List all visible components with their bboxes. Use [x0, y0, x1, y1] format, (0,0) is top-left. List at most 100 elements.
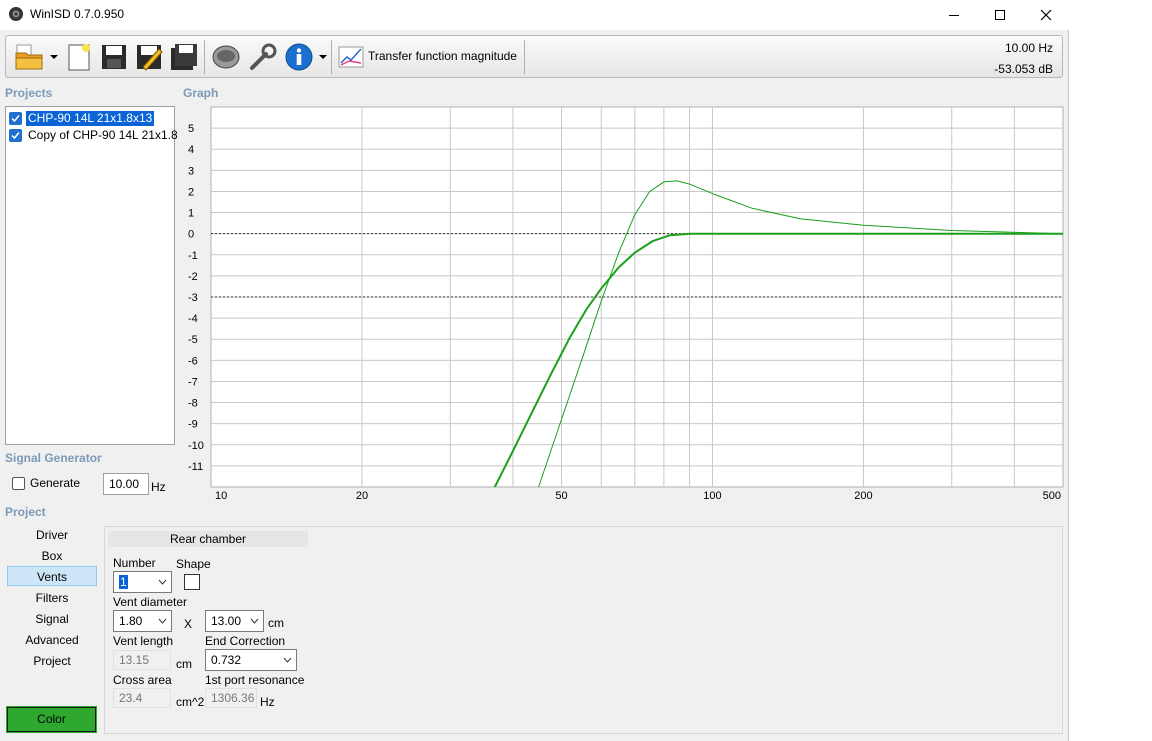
y-tick-label: -7 [188, 376, 198, 388]
vent-diameter-value: 1.80 [119, 614, 143, 628]
nav-box[interactable]: Box [7, 546, 97, 566]
title-bar: WinISD 0.7.0.950 [0, 0, 1069, 30]
minimize-button[interactable] [931, 0, 977, 30]
nav-driver[interactable]: Driver [7, 525, 97, 545]
driver-button[interactable] [209, 40, 243, 74]
project-name: CHP-90 14L 21x1.8x13 [26, 110, 155, 126]
open-dropdown-icon[interactable] [50, 54, 58, 60]
save-as-button[interactable] [132, 40, 166, 74]
graph-type-label[interactable]: Transfer function magnitude [368, 49, 517, 63]
generate-checkbox[interactable] [12, 476, 25, 490]
info-button[interactable] [282, 40, 316, 74]
save-disk-icon [102, 45, 126, 69]
end-correction-label: End Correction [205, 634, 286, 648]
app-window: WinISD 0.7.0.950 Transfer function magni… [0, 0, 1069, 741]
chevron-down-icon [283, 657, 292, 663]
maximize-button[interactable] [977, 0, 1023, 30]
y-tick-label: -3 [188, 292, 198, 304]
y-tick-label: 0 [188, 229, 194, 241]
nav-filters[interactable]: Filters [7, 588, 97, 608]
info-icon [285, 43, 313, 71]
signal-generator-label: Signal Generator [5, 451, 102, 465]
generate-toggle[interactable]: Generate [12, 476, 80, 490]
nav-project[interactable]: Project [7, 651, 97, 671]
open-folder-icon [15, 44, 43, 70]
end-correction-value: 0.732 [211, 653, 242, 667]
vent-length-label: Vent length [113, 634, 174, 648]
close-button[interactable] [1023, 0, 1069, 30]
project-checkbox[interactable] [9, 128, 22, 142]
tools-button[interactable] [246, 40, 280, 74]
length-unit: cm [176, 657, 192, 671]
y-tick-label: -11 [188, 461, 203, 473]
color-button[interactable]: Color [6, 706, 97, 733]
chevron-down-icon [158, 618, 167, 624]
checkmark-icon [11, 114, 20, 122]
graph-type-button[interactable] [334, 40, 368, 74]
generate-label: Generate [30, 476, 81, 490]
x-tick-label: 50 [555, 490, 567, 502]
project-item[interactable]: CHP-90 14L 21x1.8x13 [9, 110, 155, 126]
save-all-icon [171, 44, 197, 70]
toolbar-separator [331, 40, 332, 74]
end-correction-select[interactable]: 0.732 [205, 649, 297, 671]
nav-advanced[interactable]: Advanced [7, 630, 97, 650]
cross-area-value: 23.4 [113, 688, 171, 708]
y-tick-label: -8 [188, 398, 198, 410]
toolbar-separator [204, 40, 205, 74]
vent-height-select[interactable]: 13.00 [205, 610, 264, 632]
transfer-function-graph[interactable]: 543210-1-2-3-4-5-6-7-8-9-10-1110 20 50 100 2… [180, 100, 1066, 505]
chevron-down-icon [250, 618, 259, 624]
chart-graph-icon [338, 46, 364, 68]
projects-list: CHP-90 14L 21x1.8x13 Copy of CHP-90 14L … [5, 106, 178, 445]
diameter-unit: cm [268, 616, 284, 630]
y-tick-label: 4 [188, 144, 194, 156]
frequency-readout: 10.00 Hz [1004, 41, 1053, 55]
y-tick-label: -5 [188, 334, 198, 346]
projects-label: Projects [5, 86, 53, 100]
port-resonance-value: 1306.36 [205, 688, 257, 708]
shape-label: Shape [176, 557, 211, 571]
save-edit-icon [137, 45, 163, 71]
project-section-label: Project [5, 505, 46, 519]
wrench-icon [250, 43, 277, 70]
y-tick-label: -9 [188, 419, 198, 431]
nav-signal[interactable]: Signal [7, 609, 97, 629]
port-resonance-label: 1st port resonance [205, 673, 305, 687]
maximize-icon [995, 10, 1005, 20]
new-project-button[interactable] [62, 40, 96, 74]
db-readout: -53.053 dB [994, 62, 1053, 76]
generator-frequency-input[interactable]: 10.00 [103, 473, 149, 495]
vent-diameter-select[interactable]: 1.80 [113, 610, 172, 632]
minimize-icon [949, 15, 959, 16]
project-checkbox[interactable] [9, 111, 22, 125]
info-dropdown-icon[interactable] [319, 54, 327, 60]
x-tick-label: 100 [703, 490, 721, 502]
x-tick-label: 10 [215, 490, 227, 502]
x-tick-label: 500 [1043, 490, 1061, 502]
checkmark-icon [11, 131, 20, 139]
vent-height-value: 13.00 [211, 614, 242, 628]
y-tick-label: -10 [188, 440, 204, 452]
close-icon [1040, 9, 1052, 21]
project-item[interactable]: Copy of CHP-90 14L 21x1.8 [9, 127, 180, 143]
y-tick-label: -4 [188, 313, 198, 325]
nav-vents[interactable]: Vents [7, 566, 97, 586]
graph-label: Graph [183, 86, 219, 100]
toolbar-separator [524, 40, 525, 74]
vent-number-select[interactable]: 1 [113, 571, 172, 593]
open-button[interactable] [12, 40, 46, 74]
y-tick-label: -2 [188, 271, 198, 283]
y-tick-label: -1 [188, 250, 198, 262]
save-all-button[interactable] [167, 40, 201, 74]
project-name: Copy of CHP-90 14L 21x1.8 [28, 127, 178, 142]
cross-area-label: Cross area [113, 673, 172, 687]
generator-unit: Hz [151, 480, 166, 494]
x-tick-label: 200 [854, 490, 872, 502]
rear-chamber-header: Rear chamber [108, 531, 308, 547]
y-tick-label: 2 [188, 186, 194, 198]
vent-length-value: 13.15 [113, 650, 171, 670]
speaker-app-icon [9, 7, 23, 21]
save-button[interactable] [97, 40, 131, 74]
vent-shape-button[interactable] [184, 574, 200, 590]
